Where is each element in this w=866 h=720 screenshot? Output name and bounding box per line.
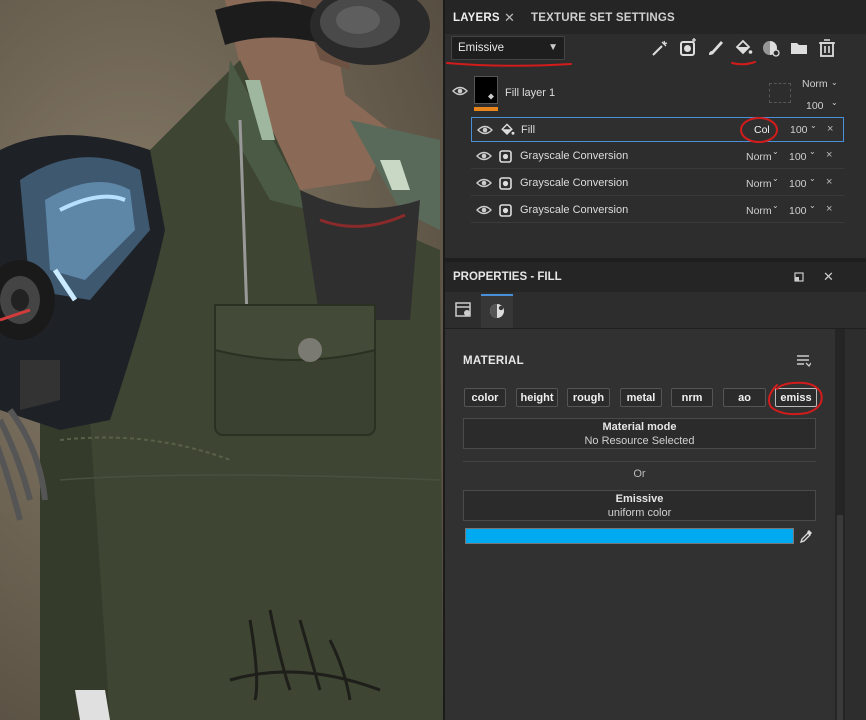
effect-row-grayscale[interactable]: Grayscale Conversion Norm ⌄ 100 ⌄ × <box>471 198 844 223</box>
folder-icon[interactable] <box>789 38 809 58</box>
channel-button-color[interactable]: color <box>464 388 506 407</box>
chevron-down-icon: ⌄ <box>809 201 816 210</box>
remove-effect-button[interactable]: × <box>826 203 832 215</box>
filter-icon <box>499 150 512 163</box>
undock-icon[interactable] <box>794 272 804 282</box>
smart-material-icon[interactable] <box>761 38 781 58</box>
properties-title: PROPERTIES - FILL <box>453 271 562 283</box>
chevron-down-icon: ⌄ <box>772 174 779 183</box>
layer-accent-bar <box>474 107 498 111</box>
remove-effect-button[interactable]: × <box>826 149 832 161</box>
scrollbar-thumb[interactable] <box>837 515 843 720</box>
tab-layers[interactable]: LAYERS <box>453 0 500 34</box>
settings-panel-icon <box>455 302 471 317</box>
right-panel: LAYERS ✕ TEXTURE SET SETTINGS Emissive ▼ <box>443 0 866 720</box>
properties-scrollbar[interactable] <box>835 329 845 720</box>
or-label: Or <box>633 468 646 480</box>
properties-content: MATERIAL color height rough metal nrm ao… <box>445 329 835 720</box>
layers-toolbar: Emissive ▼ <box>445 34 866 70</box>
chevron-down-icon: ⌄ <box>809 147 816 156</box>
material-mode-value: No Resource Selected <box>584 435 695 447</box>
layer-thumbnail <box>474 76 498 104</box>
chevron-down-icon: ⌄ <box>809 174 816 183</box>
filter-icon <box>499 204 512 217</box>
channel-button-height[interactable]: height <box>516 388 558 407</box>
remove-effect-button[interactable]: × <box>826 176 832 188</box>
emissive-color-swatch[interactable] <box>465 528 794 544</box>
visibility-eye-icon[interactable] <box>477 124 493 136</box>
chevron-down-icon: ⌄ <box>831 78 838 87</box>
or-separator-line <box>463 461 816 462</box>
chevron-down-icon: ⌄ <box>831 98 838 107</box>
annotation-underline-fill <box>731 61 756 66</box>
annotation-circle-emiss <box>768 381 823 416</box>
add-mask-icon[interactable] <box>678 38 698 58</box>
material-mode-title: Material mode <box>602 421 677 433</box>
tab-fill-settings[interactable] <box>447 294 479 326</box>
material-sphere-icon <box>490 304 504 318</box>
tab-texture-set-settings[interactable]: TEXTURE SET SETTINGS <box>531 0 675 34</box>
filter-icon <box>499 177 512 190</box>
emissive-title: Emissive <box>615 493 664 505</box>
tab-bar: LAYERS ✕ TEXTURE SET SETTINGS <box>445 0 866 34</box>
effect-row-grayscale[interactable]: Grayscale Conversion Norm ⌄ 100 ⌄ × <box>471 144 844 169</box>
preset-menu-icon[interactable] <box>795 354 811 368</box>
chevron-down-icon: ⌄ <box>772 201 779 210</box>
character-render <box>0 0 443 720</box>
blend-mode-dropdown[interactable]: Norm <box>802 78 828 90</box>
chevron-down-icon: ⌄ <box>810 121 817 130</box>
properties-header: PROPERTIES - FILL ✕ <box>445 262 866 292</box>
material-mode-picker[interactable]: Material mode No Resource Selected <box>463 418 816 449</box>
effect-name: Grayscale Conversion <box>520 204 629 216</box>
visibility-eye-icon[interactable] <box>476 150 492 162</box>
effect-name: Grayscale Conversion <box>520 177 629 189</box>
annotation-underline-select <box>446 62 572 67</box>
opacity-value[interactable]: 100 <box>789 151 807 163</box>
trash-icon[interactable] <box>817 38 837 58</box>
layer-fill-layer-1[interactable]: Fill layer 1 Norm ⌄ 100 ⌄ <box>445 70 866 116</box>
remove-effect-button[interactable]: × <box>827 123 833 135</box>
channel-button-ao[interactable]: ao <box>723 388 766 407</box>
eyedropper-icon[interactable] <box>799 528 813 544</box>
emissive-channel-picker[interactable]: Emissive uniform color <box>463 490 816 521</box>
annotation-circle-col <box>740 117 778 143</box>
effect-name: Fill <box>521 124 536 136</box>
blend-mode-dropdown[interactable]: Norm <box>746 178 772 190</box>
layer-stack: Fill layer 1 Norm ⌄ 100 ⌄ Fill Col 100 ⌄… <box>445 70 866 226</box>
channel-button-nrm[interactable]: nrm <box>671 388 713 407</box>
tab-layers-close-button[interactable]: ✕ <box>504 0 515 34</box>
layer-name: Fill layer 1 <box>505 87 556 99</box>
visibility-eye-icon[interactable] <box>476 177 492 189</box>
visibility-eye-icon[interactable] <box>452 85 468 97</box>
opacity-value[interactable]: 100 <box>790 124 808 136</box>
fill-bucket-icon <box>501 123 515 136</box>
blend-mode-dropdown[interactable]: Norm <box>746 151 772 163</box>
tab-material[interactable] <box>481 294 513 328</box>
mask-thumbnail <box>769 83 791 103</box>
opacity-value[interactable]: 100 <box>789 205 807 217</box>
channel-button-rough[interactable]: rough <box>567 388 610 407</box>
opacity-value[interactable]: 100 <box>806 100 824 112</box>
effect-row-fill[interactable]: Fill Col 100 ⌄ × <box>471 117 844 142</box>
opacity-value[interactable]: 100 <box>789 178 807 190</box>
visibility-eye-icon[interactable] <box>476 204 492 216</box>
effect-name: Grayscale Conversion <box>520 150 629 162</box>
3d-viewport[interactable] <box>0 0 443 720</box>
properties-close-button[interactable]: ✕ <box>823 262 834 292</box>
blend-mode-dropdown[interactable]: Norm <box>746 205 772 217</box>
properties-tabs <box>445 292 866 329</box>
magic-wand-icon[interactable] <box>650 38 670 58</box>
fill-bucket-icon[interactable] <box>733 38 753 58</box>
emissive-value: uniform color <box>607 507 672 519</box>
section-title: MATERIAL <box>463 355 524 367</box>
effect-row-grayscale[interactable]: Grayscale Conversion Norm ⌄ 100 ⌄ × <box>471 171 844 196</box>
channel-button-metal[interactable]: metal <box>620 388 662 407</box>
brush-icon[interactable] <box>705 38 725 58</box>
fill-bucket-icon <box>488 93 494 100</box>
chevron-down-icon: ⌄ <box>772 147 779 156</box>
